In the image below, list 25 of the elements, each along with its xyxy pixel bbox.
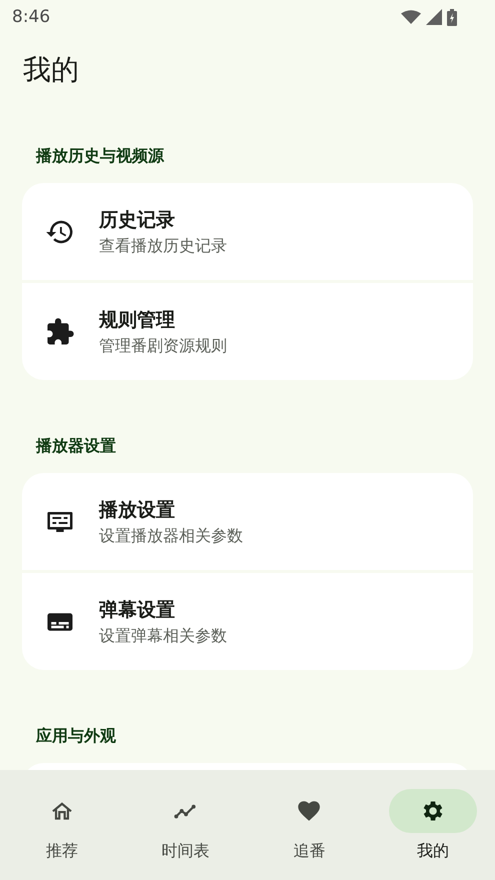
item-subtitle: 设置播放器相关参数 [99,524,243,546]
battery-icon [447,8,457,26]
page-title: 我的 [23,52,80,88]
section-header: 播放器设置 [36,435,117,457]
settings-item[interactable]: 弹幕设置 设置弹幕相关参数 [22,573,473,670]
nav-tab[interactable]: 追番 [248,770,372,880]
item-title: 历史记录 [99,208,176,232]
wifi-icon [401,10,421,24]
nav-tab[interactable]: 时间表 [124,770,248,880]
item-subtitle: 设置弹幕相关参数 [99,624,227,646]
item-title: 规则管理 [99,308,176,332]
item-subtitle: 查看播放历史记录 [99,234,227,256]
puzzle-icon [45,316,75,346]
status-time: 8:46 [12,7,50,27]
item-title: 弹幕设置 [99,598,176,622]
item-subtitle: 管理番剧资源规则 [99,334,227,356]
item-title: 播放设置 [99,498,176,522]
nav-tab[interactable]: 我的 [371,770,495,880]
settings-item[interactable]: 播放设置 设置播放器相关参数 [22,473,473,570]
section-header: 播放历史与视频源 [36,145,166,167]
section-header: 应用与外观 [36,725,117,747]
nav-tab[interactable]: 推荐 [0,770,124,880]
signal-icon [426,9,442,25]
settings-item[interactable]: 历史记录 查看播放历史记录 [22,183,473,280]
settings-item[interactable]: 规则管理 管理番剧资源规则 [22,283,473,380]
